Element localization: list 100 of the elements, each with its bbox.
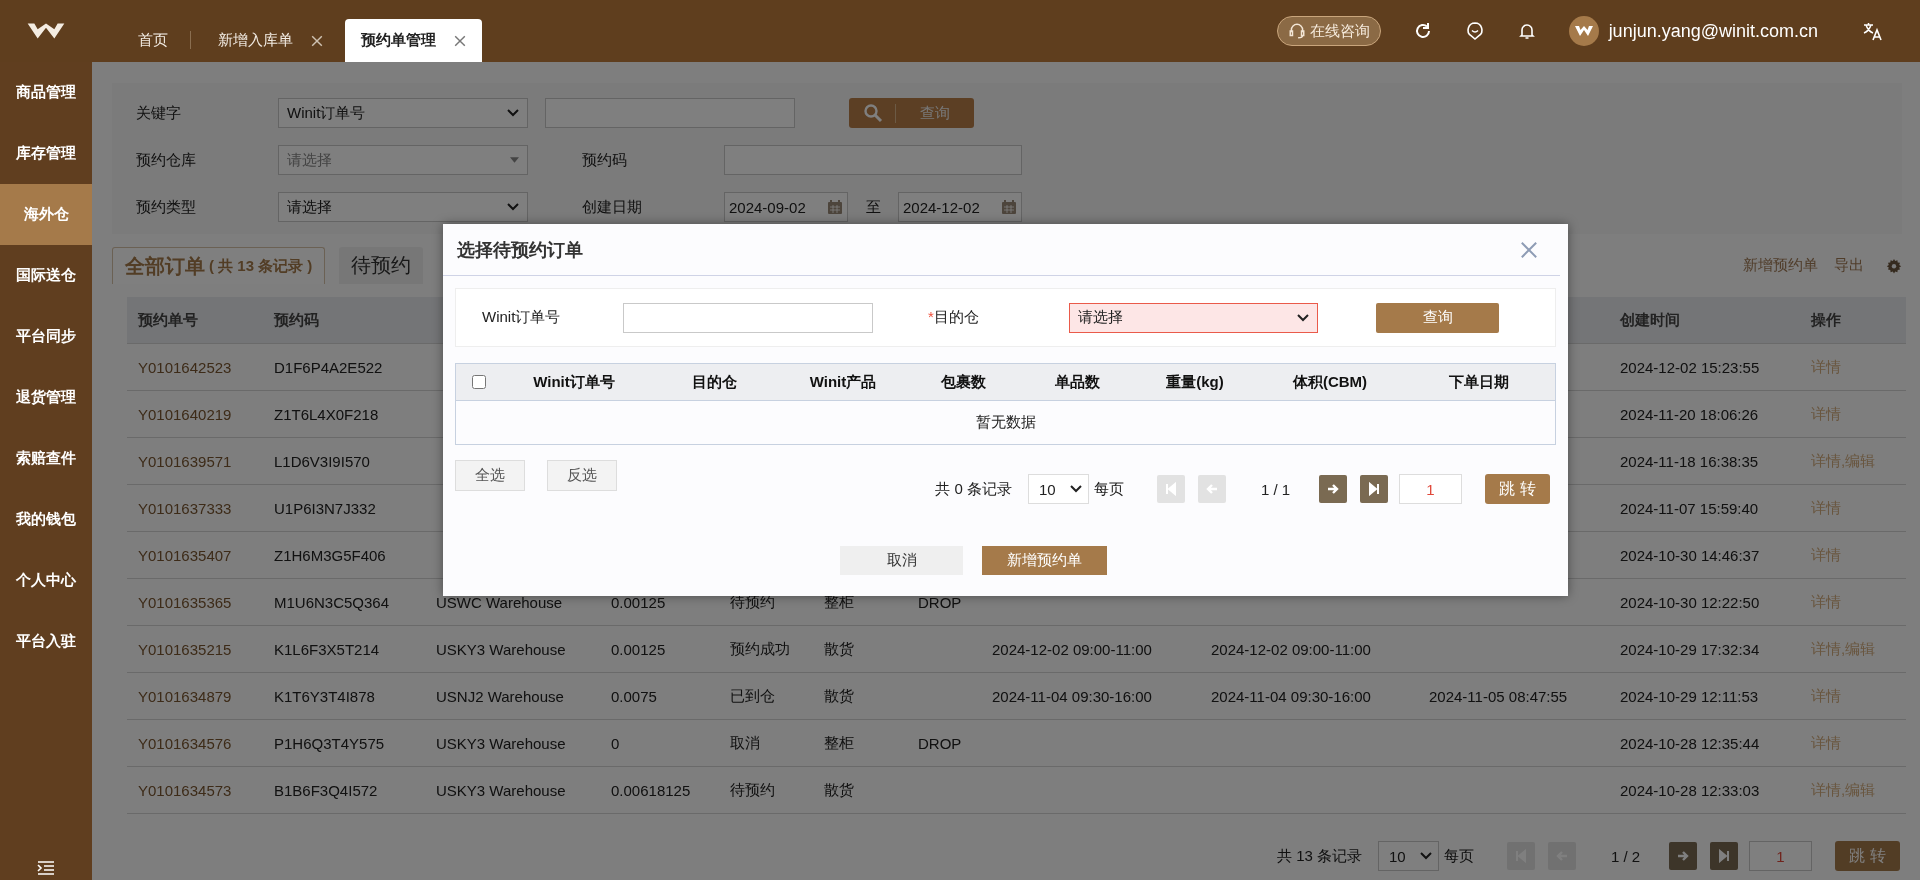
search-button[interactable]: 查询 xyxy=(849,98,974,128)
page-jump-input[interactable]: 1 xyxy=(1749,841,1812,871)
chevron-down-icon xyxy=(507,109,519,117)
sidebar-item[interactable]: 商品管理 xyxy=(0,62,92,123)
order-number-link[interactable]: Y0101635365 xyxy=(138,593,232,611)
last-page-icon xyxy=(1367,482,1381,496)
search-icon xyxy=(863,103,883,123)
sidebar-item[interactable]: 平台入驻 xyxy=(0,611,92,672)
page-tab[interactable]: 新增入库单 xyxy=(190,19,345,62)
sidebar-item[interactable]: 海外仓 xyxy=(0,184,92,245)
chevron-down-icon xyxy=(507,203,519,211)
page-nav-button[interactable] xyxy=(1360,475,1388,503)
page-tab[interactable]: 预约单管理 xyxy=(345,19,482,62)
order-number-link[interactable]: Y0101639571 xyxy=(138,452,232,470)
field-label: 预约仓库 xyxy=(136,150,197,170)
order-number-link[interactable]: Y0101634573 xyxy=(138,781,232,799)
table-cell: 2024-11-04 09:30-16:00 xyxy=(992,687,1152,705)
order-number-link[interactable]: Y0101634879 xyxy=(138,687,232,705)
order-number-link[interactable]: Y0101634576 xyxy=(138,734,232,752)
close-icon[interactable] xyxy=(311,34,323,47)
cancel-button[interactable]: 取消 xyxy=(840,546,963,575)
page-nav-button[interactable] xyxy=(1319,475,1347,503)
type-select[interactable]: 请选择 xyxy=(278,192,528,222)
headset-icon xyxy=(1287,22,1306,40)
order-number-input[interactable] xyxy=(623,302,873,333)
invert-selection-button[interactable]: 反选 xyxy=(547,460,617,491)
add-appointment-button[interactable]: 新增预约单 xyxy=(982,546,1107,575)
per-page-label: 每页 xyxy=(1094,479,1124,499)
date-field[interactable]: 2024-12-02 xyxy=(898,192,1022,222)
date-field[interactable]: 2024-09-02 xyxy=(724,192,848,222)
jump-button[interactable]: 跳 转 xyxy=(1485,474,1550,504)
avatar-icon[interactable] xyxy=(1568,16,1599,46)
page-nav-button[interactable] xyxy=(1710,842,1738,870)
online-consult-button[interactable]: 在线咨询 xyxy=(1276,16,1381,46)
table-cell: Z1H6M3G5F406 xyxy=(274,546,386,564)
page-nav-button[interactable] xyxy=(1669,842,1697,870)
warehouse-select[interactable]: 请选择 xyxy=(278,145,528,175)
table-cell: K1L6F3X5T214 xyxy=(274,640,380,658)
close-icon[interactable] xyxy=(454,34,466,47)
column-header: Winit订单号 xyxy=(533,372,615,392)
table-cell: 2024-10-28 12:33:03 xyxy=(1620,781,1760,799)
code-input[interactable] xyxy=(724,145,1022,175)
table-cell: USKY3 Warehouse xyxy=(436,640,566,658)
toolbar-link[interactable]: 新增预约单 xyxy=(1743,256,1818,275)
sidebar-item[interactable]: 国际送仓 xyxy=(0,245,92,306)
select-all-checkbox[interactable] xyxy=(471,375,486,389)
page-jump-input[interactable]: 1 xyxy=(1399,474,1462,504)
calendar-icon xyxy=(1001,199,1017,215)
order-number-link[interactable]: Y0101637333 xyxy=(138,499,232,517)
chevron-down-icon xyxy=(1070,485,1082,493)
page-indicator: 1 / 1 xyxy=(1259,480,1292,498)
sidebar-item[interactable]: 我的钱包 xyxy=(0,489,92,550)
chevron-down-icon xyxy=(1420,852,1432,860)
table-cell: P1H6Q3T4Y575 xyxy=(274,734,385,752)
first-page-icon xyxy=(1164,482,1178,496)
table-cell: 2024-10-29 12:11:53 xyxy=(1620,687,1759,705)
table-cell: 2024-10-29 17:32:34 xyxy=(1620,640,1760,658)
chat-icon[interactable] xyxy=(1464,21,1485,41)
keyword-input[interactable] xyxy=(545,98,795,128)
order-number-link[interactable]: Y0101640219 xyxy=(138,405,232,423)
keyword-type-select[interactable]: Winit订单号 xyxy=(278,98,528,128)
select-all-button[interactable]: 全选 xyxy=(455,460,525,491)
arrow-right-icon xyxy=(1326,482,1340,496)
sidebar-item[interactable]: 退货管理 xyxy=(0,367,92,428)
table-cell: 2024-11-04 09:30-16:00 xyxy=(1211,687,1371,705)
sidebar-item[interactable]: 个人中心 xyxy=(0,550,92,611)
column-header: 操作 xyxy=(1811,310,1841,330)
search-button[interactable]: 查询 xyxy=(1376,302,1499,333)
order-number-link[interactable]: Y0101642523 xyxy=(138,358,232,376)
table-cell: 2024-12-02 09:00-11:00 xyxy=(992,640,1152,658)
translate-icon[interactable] xyxy=(1862,20,1884,42)
bell-icon[interactable] xyxy=(1516,21,1537,41)
toolbar-link[interactable]: 导出 xyxy=(1834,256,1864,275)
table-cell: Z1T6L4X0F218 xyxy=(274,405,379,423)
jump-button[interactable]: 跳 转 xyxy=(1835,841,1900,871)
table-cell: K1T6Y3T4I878 xyxy=(274,687,375,705)
table-cell: 整柜 xyxy=(824,592,854,612)
column-header: 预约单号 xyxy=(138,310,198,330)
sidebar-item[interactable]: 库存管理 xyxy=(0,123,92,184)
table-cell: USKY3 Warehouse xyxy=(436,734,566,752)
menu-icon[interactable] xyxy=(37,860,55,876)
user-email[interactable]: junjun.yang@winit.com.cn xyxy=(1608,20,1818,42)
date-separator: 至 xyxy=(864,197,882,217)
order-tab[interactable]: 待预约 xyxy=(339,247,424,284)
order-tab[interactable]: 全部订单 ( 共 13 条记录 ) xyxy=(112,247,326,284)
page-indicator: 1 / 2 xyxy=(1609,847,1642,865)
settings-icon[interactable] xyxy=(1886,257,1902,274)
page-size-select[interactable]: 10 xyxy=(1028,474,1089,504)
table-cell: 散货 xyxy=(824,639,854,659)
column-header: 创建时间 xyxy=(1620,310,1680,330)
sidebar-item[interactable]: 索赔查件 xyxy=(0,428,92,489)
sidebar-item[interactable]: 平台同步 xyxy=(0,306,92,367)
order-number-link[interactable]: Y0101635407 xyxy=(138,546,232,564)
triangle-down-icon xyxy=(510,157,519,163)
destination-select[interactable]: 请选择 xyxy=(1069,302,1318,333)
page-size-select[interactable]: 10 xyxy=(1378,841,1439,871)
close-icon[interactable] xyxy=(1520,240,1538,259)
calendar-icon xyxy=(827,199,843,215)
page-tab[interactable]: 首页 xyxy=(110,19,190,62)
order-number-link[interactable]: Y0101635215 xyxy=(138,640,232,658)
